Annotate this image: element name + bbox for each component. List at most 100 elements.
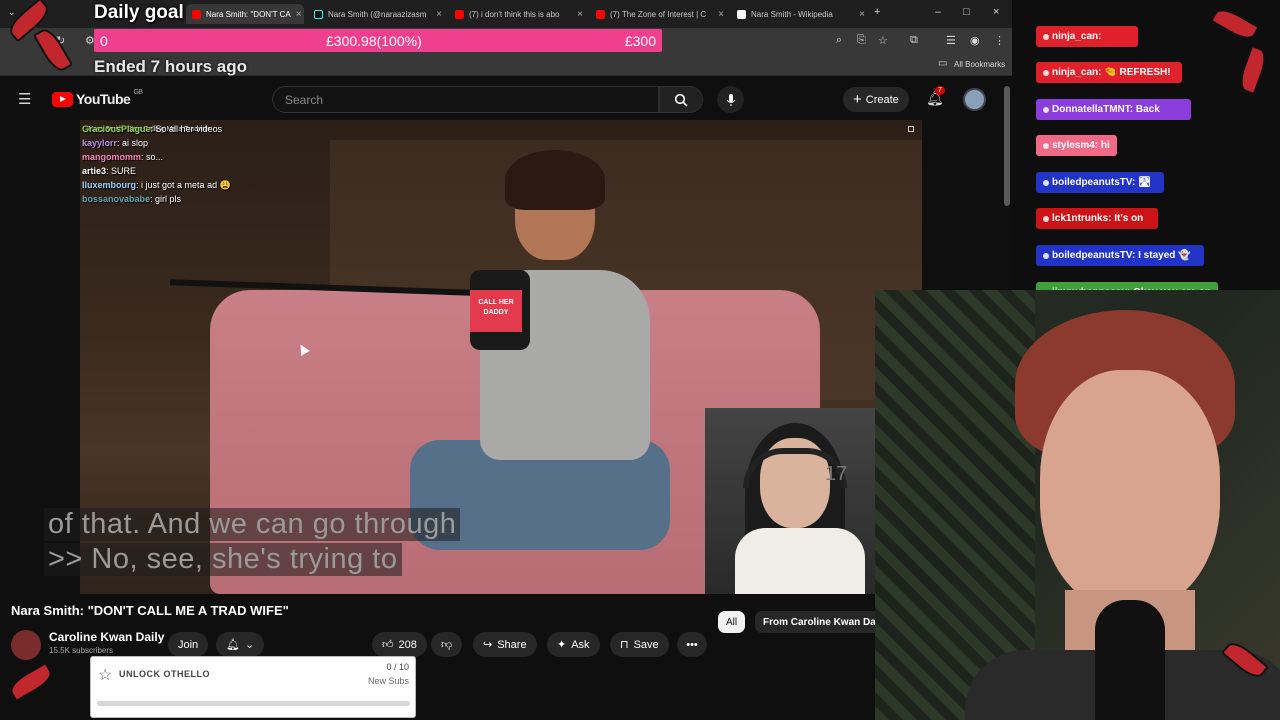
maximize-icon[interactable]: □ [963,6,970,18]
search-icon [674,93,688,107]
save-button[interactable]: ⊓ Save [610,632,669,657]
more-actions-button[interactable]: ••• [677,632,707,657]
othello-sub-label: New Subs [367,676,409,686]
share-icon: ↪ [483,639,493,651]
join-button[interactable]: Join [168,632,209,657]
stream-chat-overlay: GraciousPlague: So all her videos kayylo… [82,122,257,206]
youtube-favicon-icon [596,9,605,19]
sparkle-icon: ✦ [557,639,567,651]
othello-label: UNLOCK OTHELLO [119,669,210,679]
close-window-icon[interactable]: × [993,6,999,18]
chat-message: ninja_can: [1036,26,1138,47]
tab-dont-think[interactable]: (7) i don't think this is abo × [449,4,589,24]
channel-avatar[interactable] [11,630,41,660]
tab-zone-of-interest[interactable]: (7) The Zone of Interest | C × [590,4,730,24]
like-button[interactable]: 👍︎ 208 [372,632,427,657]
captions: of that. And we can go through >> No, se… [44,508,644,576]
extensions-icon[interactable]: ⧉ [910,34,918,47]
chat-message: stylesm4: hi [1036,135,1117,156]
notification-count-badge: 7 [935,86,945,95]
hamburger-menu-icon[interactable]: ☰ [18,90,31,108]
subscribed-bell-button[interactable]: 🔔︎ ⌄ [216,632,265,657]
chat-badge-icon [1043,106,1049,113]
chat-line: mangomomm: so... [82,152,164,162]
minimize-icon[interactable]: – [935,6,941,18]
chat-message: boiledpeanutsTV: I stayed 👻 [1036,245,1204,266]
subscriber-count: 15.5K subscribers [49,646,114,655]
zoom-icon[interactable]: ⌕ [836,34,842,47]
new-tab-icon[interactable]: + [874,6,880,18]
daily-goal-bar: 0 £300.98(100%) £300 [94,29,662,52]
chat-message: lck1ntrunks: It's on [1036,208,1158,229]
mic-flag: CALL HER DADDY [470,290,522,332]
jersey-number: 17 [825,463,848,485]
streamer-microphone-icon [1095,600,1165,720]
chat-line: GraciousPlague: So all her videos [82,124,223,134]
chat-line: kayylorr: ai slop [82,138,149,148]
close-tab-icon[interactable]: × [718,9,724,20]
star-icon: ☆ [98,667,113,684]
othello-progress-track [97,701,410,706]
more-dots-icon: ••• [686,638,698,651]
caption-line-2: >> No, see, she's trying to [44,543,402,576]
scrollbar[interactable] [1004,86,1010,206]
chat-line: bossanovababe: girl pls [82,194,182,204]
plus-icon: + [853,91,862,108]
chat-badge-icon [1043,215,1049,222]
bookmark-icon: ⊓ [620,639,629,651]
channel-name[interactable]: Caroline Kwan Daily [49,630,164,644]
cast-icon[interactable]: ⎘ [857,34,866,47]
daily-goal-title: Daily goal [94,2,184,23]
tab-nara-youtube[interactable]: Nara Smith: "DON'T CA × [186,4,304,24]
othello-count: 0 / 10 [386,662,409,672]
account-avatar[interactable] [963,88,986,111]
tab-nara-tiktok[interactable]: Nara Smith (@naraazizasm × [308,4,448,24]
tab-wikipedia[interactable]: Nara Smith - Wikipedia × [731,4,871,24]
bell-icon: 🔔︎ [226,639,240,651]
filter-chip-all[interactable]: All [718,611,746,633]
fullscreen-icon[interactable] [908,126,914,132]
goal-amount: £300.98(100%) [326,32,422,49]
profile-icon[interactable]: ◉ [970,34,980,47]
youtube-header: ☰ YouTube GB Search + Create 🔔︎ 7 [0,78,1012,120]
youtube-logo[interactable]: YouTube GB [52,89,143,107]
close-tab-icon[interactable]: × [859,9,865,20]
dislike-button[interactable]: 👎︎ [431,632,463,657]
chat-badge-icon [1043,179,1049,186]
share-button[interactable]: ↪ Share [473,632,537,657]
chat-message: ninja_can: 🤏 REFRESH! [1036,62,1182,83]
bookmark-star-icon[interactable]: ☆ [878,34,888,47]
folder-icon: ▭ [938,58,948,69]
ask-button[interactable]: ✦ Ask [547,632,600,657]
chat-line: lluxembourg: i just got a meta ad 😩 [82,180,231,190]
chat-badge-icon [1043,142,1049,149]
menu-icon[interactable]: ⋮ [994,34,1005,47]
all-bookmarks-link[interactable]: All Bookmarks [954,60,1005,69]
search-input[interactable]: Search [272,86,659,113]
search-button[interactable] [659,86,703,113]
chat-message: boiledpeanutsTV: 🛣 [1036,172,1164,193]
microphone-icon [726,93,735,106]
close-tab-icon[interactable]: × [577,9,583,20]
video-host [410,150,670,550]
chat-badge-icon [1043,33,1049,40]
wikipedia-favicon-icon [737,9,746,19]
close-tab-icon[interactable]: × [436,9,442,20]
chat-badge-icon [1043,69,1049,76]
video-title: Nara Smith: "DON'T CALL ME A TRAD WIFE" [11,603,289,618]
goal-target: £300 [624,32,656,49]
reading-list-icon[interactable]: ☰ [946,34,956,47]
thumbs-up-icon: 👍︎ [382,639,394,651]
youtube-favicon-icon [192,9,201,19]
chat-badge-icon [1043,252,1049,259]
goal-ended-text: Ended 7 hours ago [94,57,248,76]
tab-search-icon[interactable]: ⌄ [8,7,16,18]
voice-search-button[interactable] [717,86,744,113]
streamer-webcam [875,290,1280,720]
browser-window: ⌄ Nara Smith: "DON'T CA × Nara Smith (@n… [0,0,1012,720]
filter-chip-from-channel[interactable]: From Caroline Kwan Daily [755,611,895,633]
create-button[interactable]: + Create [843,87,909,112]
chevron-down-icon: ⌄ [244,639,255,651]
close-tab-icon[interactable]: × [296,9,302,20]
goal-start: 0 [100,32,108,49]
